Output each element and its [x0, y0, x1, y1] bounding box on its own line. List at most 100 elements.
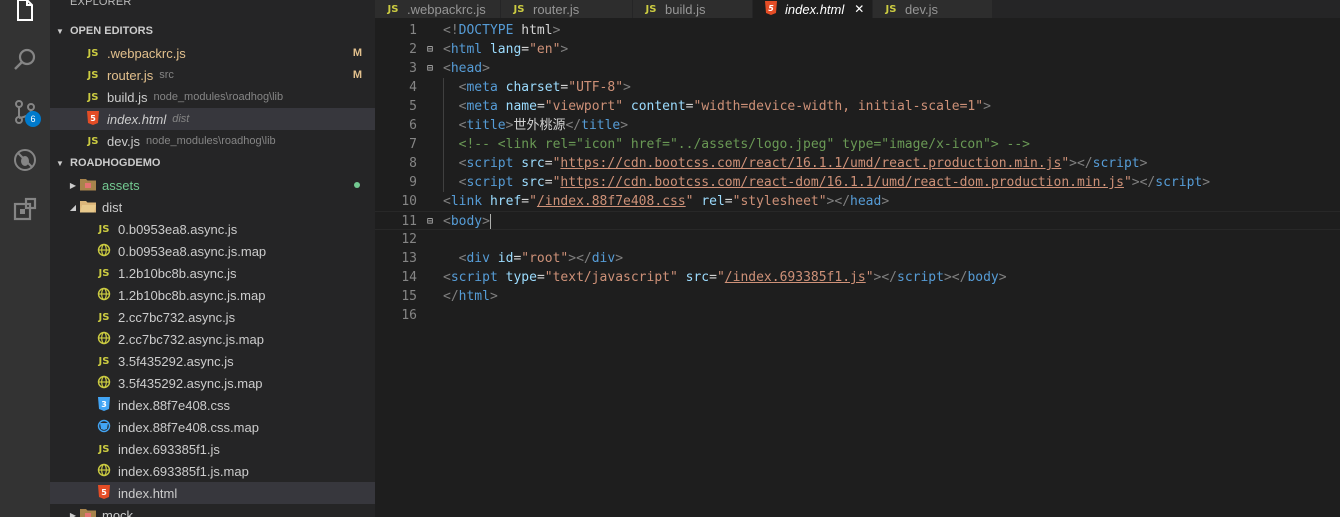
line-number: 3 — [409, 61, 417, 76]
tree-item-name: index.88f7e408.css — [118, 397, 231, 413]
tree-folder[interactable]: ▶ mock — [50, 504, 375, 517]
line-number: 5 — [409, 99, 417, 114]
map-file-icon — [96, 463, 112, 480]
files-icon[interactable] — [0, 0, 50, 34]
extensions-icon[interactable] — [0, 185, 50, 233]
activity-bar: 6 — [0, 0, 50, 517]
line-number: 2 — [409, 42, 417, 57]
tree-file[interactable]: JS 1.2b10bc8b.async.js — [50, 262, 375, 284]
open-editor-name: build.js — [107, 89, 148, 105]
open-editor-item[interactable]: JS dev.js node_modules\roadhog\lib — [50, 130, 375, 152]
line-number: 9 — [409, 175, 417, 190]
tree-file[interactable]: 2.cc7bc732.async.js.map — [50, 328, 375, 350]
code-line: 14 <script type="text/javascript" src="/i… — [375, 268, 1340, 287]
chevron-right-icon: ▶ — [69, 180, 77, 190]
fold-icon[interactable]: ⊟ — [427, 59, 433, 78]
tree-folder[interactable]: ◢ dist — [50, 196, 375, 218]
tree-item-name: index.693385f1.js.map — [118, 463, 249, 479]
close-icon[interactable]: ✕ — [854, 2, 864, 16]
tree-file[interactable]: 1.2b10bc8b.async.js.map — [50, 284, 375, 306]
tree-file[interactable]: index.88f7e408.css.map — [50, 416, 375, 438]
open-editor-path: src — [159, 69, 174, 81]
code-line: 15 </html> — [375, 287, 1340, 306]
code-text: <!DOCTYPE html> — [443, 23, 561, 38]
open-editor-path: dist — [172, 113, 190, 125]
open-editor-path: node_modules\roadhog\lib — [146, 135, 276, 147]
text-cursor — [489, 214, 491, 229]
tree-item-name: index.88f7e408.css.map — [118, 419, 259, 435]
html-file-icon: 5 — [763, 0, 779, 18]
code-line: 2 ⊟ <html lang="en"> — [375, 40, 1340, 59]
code-text: <meta name="viewport" content="width=dev… — [458, 99, 991, 114]
css-file-icon: 3 — [96, 396, 112, 414]
tree-file[interactable]: JS 3.5f435292.async.js — [50, 350, 375, 372]
svg-text:5: 5 — [101, 488, 107, 497]
tree-item-name: 2.cc7bc732.async.js — [118, 309, 236, 325]
open-editor-item[interactable]: JS .webpackrc.js M — [50, 42, 375, 64]
code-text: <title>世外桃源</title> — [458, 118, 629, 133]
js-file-icon: JS — [98, 443, 110, 455]
css-map-file-icon — [96, 419, 112, 436]
tab-dev-js[interactable]: JS dev.js — [873, 0, 993, 18]
js-file-icon: JS — [885, 3, 897, 15]
map-file-icon — [96, 287, 112, 304]
tab-index-html[interactable]: 5 index.html ✕ — [753, 0, 873, 18]
code-text: </html> — [443, 289, 498, 304]
svg-text:5: 5 — [768, 4, 774, 13]
tree-file[interactable]: JS 0.b0953ea8.async.js — [50, 218, 375, 240]
fold-icon[interactable]: ⊟ — [427, 212, 433, 231]
tree-file[interactable]: 5 index.html — [50, 482, 375, 504]
open-editor-name: router.js — [107, 67, 154, 83]
line-number: 11 — [401, 214, 417, 229]
project-header[interactable]: ▼ ROADHOGDEMO — [50, 152, 375, 174]
tab-webpackrc-js[interactable]: JS .webpackrc.js — [375, 0, 501, 18]
code-editor[interactable]: 1 <!DOCTYPE html> 2 ⊟ <html lang="en"> 3 ⊟ <hea… — [375, 18, 1340, 517]
line-number: 13 — [401, 251, 417, 266]
js-file-icon: JS — [87, 91, 99, 103]
tab-label: .webpackrc.js — [407, 1, 486, 17]
open-editors-title: OPEN EDITORS — [70, 25, 153, 37]
js-file-icon: JS — [98, 267, 110, 279]
tree-item-name: 1.2b10bc8b.async.js.map — [118, 287, 266, 303]
tree-file[interactable]: JS index.693385f1.js — [50, 438, 375, 460]
code-text: <meta charset="UTF-8"> — [458, 80, 631, 95]
code-line: 5 <meta name="viewport" content="width=d… — [375, 97, 1340, 116]
open-editors-header[interactable]: ▼ OPEN EDITORS — [50, 20, 375, 42]
js-file-icon: JS — [87, 47, 99, 59]
debug-icon[interactable] — [0, 136, 50, 184]
tab-router-js[interactable]: JS router.js — [501, 0, 633, 18]
tree-file[interactable]: JS 2.cc7bc732.async.js — [50, 306, 375, 328]
code-text: <script src="https://cdn.bootcss.com/rea… — [458, 156, 1148, 171]
tree-item-name: 0.b0953ea8.async.js.map — [118, 243, 267, 259]
tab-build-js[interactable]: JS build.js — [633, 0, 753, 18]
js-file-icon: JS — [98, 355, 110, 367]
tab-label: index.html — [785, 1, 845, 17]
open-editor-item[interactable]: JS router.js src M — [50, 64, 375, 86]
code-line: 9 <script src="https://cdn.bootcss.com/r… — [375, 173, 1340, 192]
explorer-title: EXPLORER — [70, 0, 132, 8]
js-file-icon: JS — [87, 69, 99, 81]
map-file-icon — [96, 375, 112, 392]
code-text: <html lang="en"> — [443, 42, 569, 57]
open-editor-item[interactable]: 5 index.html dist — [50, 108, 375, 130]
line-number: 1 — [409, 23, 417, 38]
line-number: 8 — [409, 156, 417, 171]
editor-tabs: JS .webpackrc.js JS router.js JS build.js 5 ind… — [375, 0, 1340, 18]
svg-text:3: 3 — [101, 400, 107, 409]
tree-file[interactable]: 3.5f435292.async.js.map — [50, 372, 375, 394]
svg-text:5: 5 — [90, 114, 96, 123]
tree-file[interactable]: 3 index.88f7e408.css — [50, 394, 375, 416]
search-icon[interactable] — [0, 36, 50, 84]
js-file-icon: JS — [513, 3, 525, 15]
open-editor-item[interactable]: JS build.js node_modules\roadhog\lib — [50, 86, 375, 108]
source-control-icon[interactable] — [0, 88, 50, 136]
code-line: 11 ⊟ <body> — [375, 211, 1340, 230]
tree-file[interactable]: 0.b0953ea8.async.js.map — [50, 240, 375, 262]
code-line: 13 <div id="root"></div> — [375, 249, 1340, 268]
chevron-right-icon: ▶ — [69, 510, 77, 517]
line-number: 14 — [401, 270, 417, 285]
tree-file[interactable]: index.693385f1.js.map — [50, 460, 375, 482]
tree-folder[interactable]: ▶ assets — [50, 174, 375, 196]
code-line: 16 — [375, 306, 1340, 325]
fold-icon[interactable]: ⊟ — [427, 40, 433, 59]
